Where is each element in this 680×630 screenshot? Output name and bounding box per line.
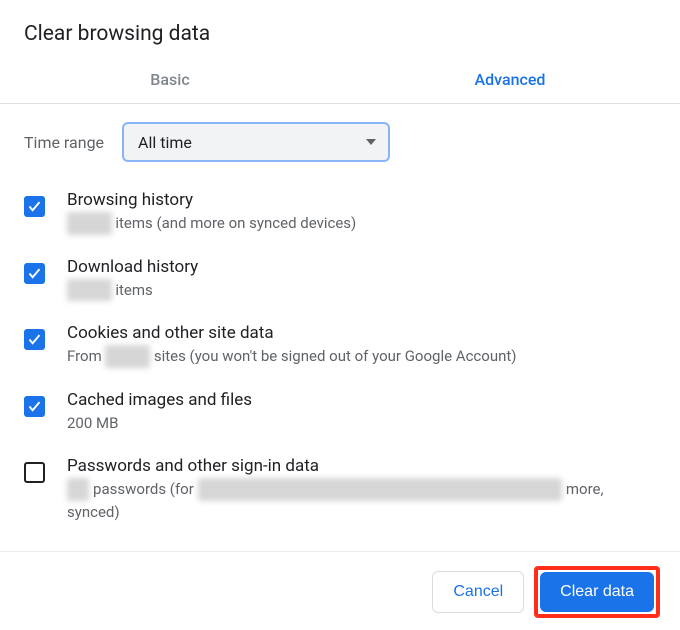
checkbox-cookies[interactable]	[24, 329, 45, 350]
option-title: Download history	[67, 257, 656, 277]
option-title: Passwords and other sign-in data	[67, 456, 656, 476]
option-cookies: Cookies and other site data From xxxxxx …	[24, 323, 656, 368]
clear-browsing-data-dialog: Clear browsing data Basic Advanced Time …	[0, 0, 680, 630]
tabs: Basic Advanced	[0, 58, 680, 104]
tab-advanced[interactable]: Advanced	[340, 58, 680, 103]
option-text: Passwords and other sign-in data xxx pas…	[67, 456, 656, 523]
time-range-label: Time range	[24, 133, 104, 152]
checkbox-cached[interactable]	[24, 396, 45, 417]
checkbox-download-history[interactable]	[24, 263, 45, 284]
option-passwords: Passwords and other sign-in data xxx pas…	[24, 456, 656, 523]
highlight-annotation: Clear data	[534, 566, 660, 618]
options-list: Browsing history xxxxxx items (and more …	[24, 190, 656, 523]
option-title: Cookies and other site data	[67, 323, 656, 343]
option-subtitle: xxxxxx items (and more on synced devices…	[67, 212, 656, 235]
dialog-footer: Cancel Clear data	[0, 552, 680, 618]
redacted: xxxxxxxxxxxxxxxxxxxxxxxxxxxxxxxxxxxxxxxx…	[198, 478, 563, 501]
time-range-value: All time	[138, 133, 192, 152]
clear-data-button[interactable]: Clear data	[540, 572, 654, 612]
option-text: Browsing history xxxxxx items (and more …	[67, 190, 656, 235]
redacted: xxx	[67, 478, 89, 501]
option-subtitle: xxx passwords (for xxxxxxxxxxxxxxxxxxxxx…	[67, 478, 656, 523]
checkbox-browsing-history[interactable]	[24, 196, 45, 217]
option-text: Cookies and other site data From xxxxxx …	[67, 323, 656, 368]
option-subtitle: From xxxxxx sites (you won't be signed o…	[67, 345, 656, 368]
option-text: Cached images and files 200 MB	[67, 390, 656, 435]
tab-basic[interactable]: Basic	[0, 58, 340, 103]
option-text: Download history xxxxxx items	[67, 257, 656, 302]
dialog-body: Time range All time Browsing history xxx…	[0, 104, 680, 533]
time-range-select[interactable]: All time	[122, 122, 390, 162]
redacted: xxxxxx	[67, 279, 112, 302]
redacted: xxxxxx	[67, 212, 112, 235]
cancel-button[interactable]: Cancel	[432, 571, 524, 613]
time-range-row: Time range All time	[24, 122, 656, 162]
option-download-history: Download history xxxxxx items	[24, 257, 656, 302]
checkbox-passwords[interactable]	[24, 462, 45, 483]
option-cached: Cached images and files 200 MB	[24, 390, 656, 435]
option-subtitle: xxxxxx items	[67, 279, 656, 302]
chevron-down-icon	[366, 139, 376, 145]
option-browsing-history: Browsing history xxxxxx items (and more …	[24, 190, 656, 235]
option-title: Cached images and files	[67, 390, 656, 410]
dialog-title: Clear browsing data	[0, 0, 680, 58]
redacted: xxxxxx	[105, 345, 150, 368]
option-subtitle: 200 MB	[67, 412, 656, 435]
option-title: Browsing history	[67, 190, 656, 210]
